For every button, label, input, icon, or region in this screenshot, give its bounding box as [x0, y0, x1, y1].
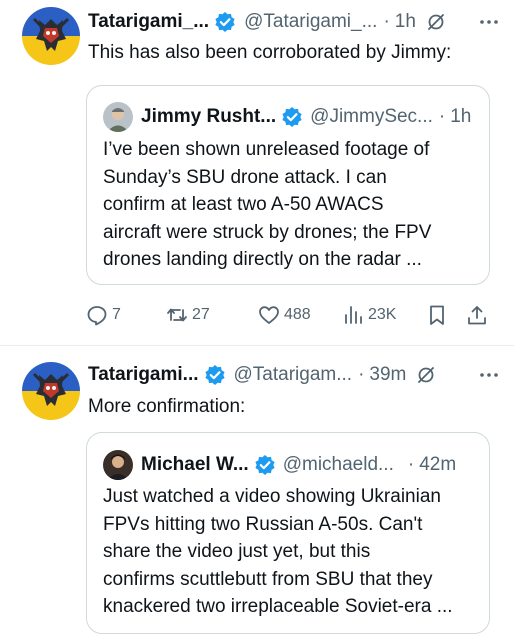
views-icon — [345, 306, 362, 324]
separator-dot: · — [438, 106, 446, 127]
repost-button[interactable]: 27 — [166, 302, 210, 328]
quoted-post-header: Michael W... @michaeld... · 42m — [103, 450, 475, 480]
post-time[interactable]: 1h — [395, 11, 416, 33]
quoted-post[interactable]: Jimmy Rusht... @JimmySec... · 1h I’ve be… — [86, 85, 490, 285]
quoted-text-line: aircraft were struck by drones; the FPV — [103, 221, 432, 243]
separator-dot: · — [358, 364, 365, 385]
author-handle[interactable]: @Tatarigam... — [234, 364, 353, 386]
quoted-post-time[interactable]: 42m — [419, 454, 456, 476]
author-name[interactable]: Tatarigami... — [88, 364, 199, 386]
author-avatar[interactable] — [22, 362, 80, 420]
reply-icon — [87, 306, 107, 326]
quoted-post-time[interactable]: 1h — [450, 106, 471, 128]
verified-badge-icon — [215, 12, 235, 32]
verified-badge-icon — [255, 455, 275, 475]
heart-icon — [259, 306, 279, 324]
quoted-post-header: Jimmy Rusht... @JimmySec... · 1h — [103, 102, 475, 132]
post-text: This has also been corroborated by Jimmy… — [88, 42, 452, 63]
quoted-text-line: Sunday’s SBU drone attack. I can — [103, 166, 387, 188]
grok-icon[interactable] — [426, 12, 446, 32]
quoted-post-text: Just watched a video showing Ukrainian F… — [103, 483, 477, 621]
verified-badge-icon — [204, 365, 225, 385]
quoted-author-handle[interactable]: @JimmySec... — [310, 106, 433, 128]
more-icon[interactable] — [478, 364, 500, 386]
views-button[interactable]: 23K — [342, 302, 396, 328]
bookmark-icon — [430, 305, 444, 325]
author-avatar[interactable] — [22, 7, 80, 65]
post-2[interactable]: Tatarigami... @Tatarigam... · 39m More c… — [0, 346, 514, 640]
post-header: Tatarigami... @Tatarigam... · 39m — [88, 361, 500, 389]
author-handle[interactable]: @Tatarigami_... — [244, 11, 377, 33]
quoted-author-avatar[interactable] — [103, 102, 133, 132]
verified-badge-icon — [282, 107, 302, 127]
separator-dot: · — [383, 11, 390, 32]
quoted-post-text: I’ve been shown unreleased footage of Su… — [103, 136, 477, 274]
post-text: More confirmation: — [88, 396, 246, 417]
share-icon — [468, 306, 486, 325]
separator-dot: · — [407, 454, 415, 475]
quoted-text-line: FPVs hitting two Russian A-50s. Can't — [103, 513, 423, 535]
bookmark-button[interactable] — [426, 302, 448, 328]
quoted-post[interactable]: Michael W... @michaeld... · 42m Just wat… — [86, 432, 490, 634]
quoted-author-name[interactable]: Michael W... — [141, 454, 249, 476]
repost-count: 27 — [192, 306, 210, 323]
author-name[interactable]: Tatarigami_... — [88, 11, 209, 33]
quoted-author-name[interactable]: Jimmy Rusht... — [141, 106, 276, 128]
repost-icon — [167, 308, 187, 322]
like-count: 488 — [284, 306, 311, 323]
more-icon[interactable] — [478, 11, 500, 33]
action-bar: 7 27 488 23K — [86, 302, 496, 328]
quoted-text-line: confirms scuttlebutt from SBU that they — [103, 568, 433, 590]
views-count: 23K — [368, 306, 397, 323]
post-time[interactable]: 39m — [369, 364, 406, 386]
grok-icon[interactable] — [416, 365, 436, 385]
like-button[interactable]: 488 — [258, 302, 311, 328]
reply-count: 7 — [112, 306, 121, 323]
quoted-text-line: drones landing directly on the radar ... — [103, 249, 422, 270]
reply-button[interactable]: 7 — [86, 302, 121, 328]
share-button[interactable] — [466, 302, 488, 328]
post-header: Tatarigami_... @Tatarigami_... · 1h — [88, 8, 500, 36]
quoted-text-line: confirm at least two A-50 AWACS — [103, 194, 384, 215]
quoted-author-avatar[interactable] — [103, 450, 133, 480]
quoted-text-line: knackered two irreplaceable Soviet-era .… — [103, 596, 453, 617]
quoted-text-line: Just watched a video showing Ukrainian — [103, 486, 441, 507]
quoted-text-line: I’ve been shown unreleased footage of — [103, 139, 430, 160]
quoted-text-line: share the video just yet, but this — [103, 541, 371, 562]
quoted-author-handle[interactable]: @michaeld... — [283, 454, 394, 476]
post-1[interactable]: Tatarigami_... @Tatarigami_... · 1h This… — [0, 0, 514, 346]
